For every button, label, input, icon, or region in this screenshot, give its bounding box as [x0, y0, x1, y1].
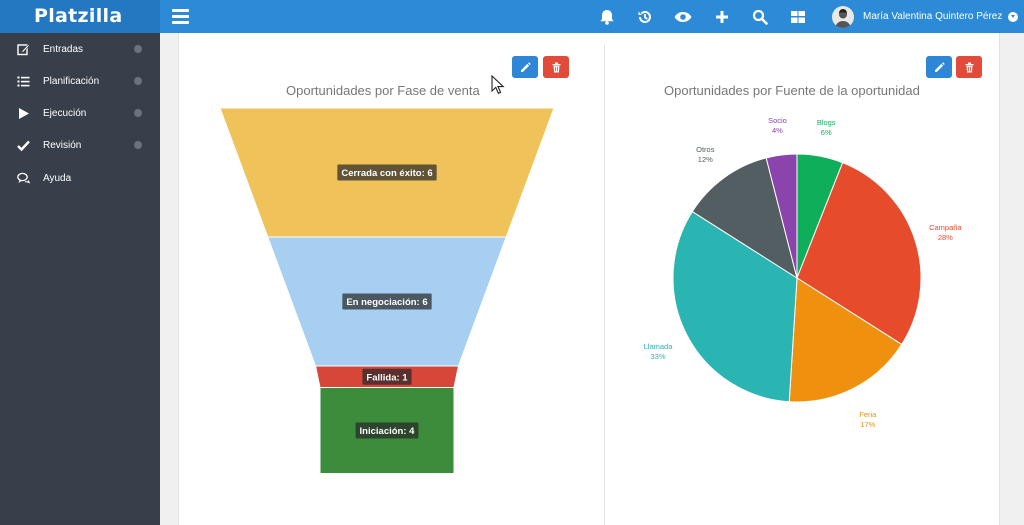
funnel-stage-label: Iniciación: 4 [355, 422, 419, 439]
pie-chart-title: Oportunidades por Fuente de la oportunid… [664, 83, 920, 98]
user-name: María Valentina Quintero Pérez [863, 11, 1003, 22]
expand-dot-icon [134, 109, 142, 117]
pie-label-name: Otros [696, 145, 715, 154]
aggregation-badge[interactable]: Suma [891, 60, 924, 76]
funnel-stage-label-text: Iniciación: 4 [360, 426, 416, 437]
sidebar-item-label: Revisión [43, 139, 82, 151]
trash-icon [552, 62, 560, 72]
pie-label-pct: 4% [772, 126, 783, 135]
eye-icon[interactable] [672, 6, 694, 28]
expand-dot-icon [134, 77, 142, 85]
sidebar: Entradas Planificación Ejecución Revisió… [0, 33, 160, 525]
funnel-stage-label-text: Fallida: 1 [366, 372, 408, 383]
sidebar-item-ejecucion[interactable]: Ejecución [0, 99, 160, 127]
panel-divider [604, 45, 605, 525]
pie-label-name: Campaña [929, 223, 962, 232]
top-bar: Platzilla María Valentina Quintero Pérez [0, 0, 1024, 33]
pencil-icon [934, 61, 945, 72]
funnel-stage-label-text: En negociación: 6 [346, 297, 427, 308]
funnel-stage-label: Fallida: 1 [362, 368, 412, 385]
pie-label-pct: 6% [821, 128, 832, 137]
sidebar-item-label: Planificación [43, 75, 100, 87]
search-icon[interactable] [749, 6, 771, 28]
sidebar-item-revision[interactable]: Revisión [0, 131, 160, 159]
aggregation-badge[interactable]: Conteo [472, 60, 511, 76]
pie-label-name: Blogs [817, 118, 836, 127]
expand-dot-icon [134, 45, 142, 53]
plus-icon[interactable] [711, 6, 733, 28]
list-icon [17, 75, 30, 88]
menu-toggle-icon[interactable] [172, 9, 189, 24]
pie-label-name: Llamada [644, 342, 674, 351]
sidebar-item-label: Ayuda [43, 172, 72, 184]
funnel-stage-label-text: Cerrada con éxito: 6 [341, 168, 432, 179]
funnel-chart: Cerrada con éxito: 6 En negociación: 6 Fal… [219, 107, 555, 474]
pencil-icon [520, 61, 531, 72]
pie-label-pct: 33% [650, 352, 665, 361]
pie-label-pct: 28% [938, 233, 953, 242]
sidebar-item-planificacion[interactable]: Planificación [0, 67, 160, 95]
funnel-stage-label: Cerrada con éxito: 6 [337, 164, 437, 181]
dashboard-panel: Conteo Oportunidades por Fase de venta C… [178, 33, 1000, 525]
play-icon [17, 107, 30, 120]
chat-icon [17, 172, 30, 185]
chevron-down-icon[interactable] [1008, 11, 1019, 22]
user-menu[interactable]: María Valentina Quintero Pérez [832, 4, 1019, 29]
check-icon [17, 139, 30, 152]
pie-chart: Blogs6% Campaña28% Feria17% Llamada33% Otros… [644, 116, 963, 429]
mouse-cursor-icon [491, 75, 505, 95]
edit-widget-button[interactable] [926, 56, 952, 78]
pie-label-pct: 12% [698, 155, 713, 164]
pie-label-name: Feria [859, 410, 877, 419]
sidebar-item-entradas[interactable]: Entradas [0, 35, 160, 63]
dashboard-grid-icon[interactable] [787, 6, 809, 28]
edit-icon [17, 43, 30, 56]
delete-widget-button[interactable] [956, 56, 982, 78]
edit-widget-button[interactable] [512, 56, 538, 78]
brand-logo[interactable]: Platzilla [0, 0, 160, 33]
pie-label-name: Socio [768, 116, 787, 125]
trash-icon [965, 62, 973, 72]
sidebar-item-label: Entradas [43, 43, 84, 55]
delete-widget-button[interactable] [543, 56, 569, 78]
history-icon[interactable] [634, 6, 656, 28]
sidebar-item-label: Ejecución [43, 107, 87, 119]
pie-label-pct: 17% [860, 420, 875, 429]
expand-dot-icon [134, 141, 142, 149]
main-content: Conteo Oportunidades por Fase de venta C… [160, 33, 1024, 525]
avatar [832, 5, 854, 28]
sidebar-item-ayuda[interactable]: Ayuda [0, 164, 160, 192]
funnel-stage-label: En negociación: 6 [342, 293, 432, 310]
bell-icon[interactable] [596, 6, 618, 28]
